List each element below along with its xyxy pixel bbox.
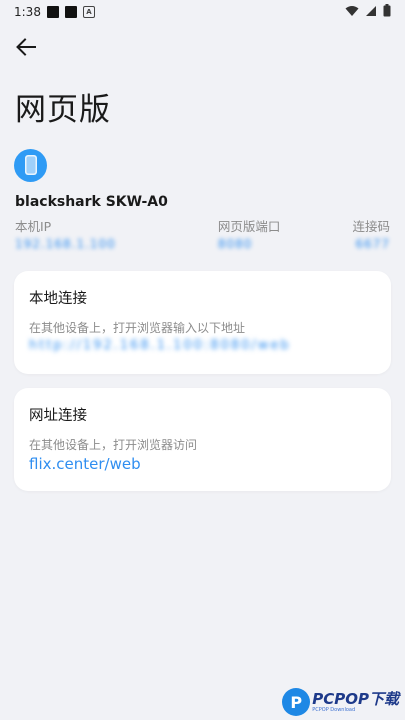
info-label: 连接码: [352, 219, 390, 234]
device-name: blackshark SKW-A0: [15, 194, 168, 210]
card-description: 在其他设备上，打开浏览器访问: [29, 438, 198, 452]
wifi-icon: [345, 5, 359, 20]
info-ip: 本机IP 192.168.1.100: [15, 216, 116, 253]
info-label: 本机IP: [15, 219, 52, 234]
toolbar: [0, 24, 405, 70]
info-code: 连接码 6677: [352, 216, 390, 253]
card-title: 网址连接: [29, 408, 87, 424]
info-value: 6677: [355, 237, 390, 251]
status-left: 1:38 A: [14, 5, 95, 19]
arrow-left-icon: [16, 38, 36, 56]
pcpop-logo-icon: P: [282, 688, 311, 716]
watermark-main: PCPOP下载: [312, 689, 399, 708]
status-time: 1:38: [14, 5, 41, 19]
notification-square-icon: [46, 6, 59, 18]
watermark-text: PCPOP下载 PCPOP Download: [312, 689, 399, 713]
back-button[interactable]: [12, 33, 40, 61]
card-description: 在其他设备上，打开浏览器输入以下地址: [29, 321, 246, 335]
local-address-link[interactable]: http://192.168.1.100:8080/web: [29, 338, 376, 360]
info-port: 网页版端口 8080: [218, 216, 281, 253]
device-icon-wrap: [0, 146, 405, 184]
page-title: 网页版: [15, 92, 111, 128]
status-bar: 1:38 A: [0, 0, 405, 24]
notification-square-icon: [64, 6, 77, 18]
card-title: 本地连接: [29, 291, 87, 307]
battery-icon: [383, 4, 391, 20]
watermark-sub: PCPOP Download: [312, 706, 356, 713]
url-connection-card[interactable]: 网址连接 在其他设备上，打开浏览器访问 flix.center/web: [14, 388, 391, 491]
web-url-link[interactable]: flix.center/web: [29, 455, 376, 477]
signal-icon: [365, 5, 377, 20]
status-right: [345, 4, 391, 20]
info-value: 8080: [217, 237, 253, 251]
info-label: 网页版端口: [217, 219, 281, 234]
phone-icon: [14, 148, 47, 182]
notification-a-icon: A: [82, 6, 95, 18]
local-connection-card[interactable]: 本地连接 在其他设备上，打开浏览器输入以下地址 http://192.168.1…: [14, 271, 391, 374]
info-value: 192.168.1.100: [15, 237, 116, 251]
watermark: P PCPOP下载 PCPOP Download: [282, 688, 399, 716]
connection-info: 本机IP 192.168.1.100 网页版端口 8080 连接码 6677: [0, 216, 405, 253]
